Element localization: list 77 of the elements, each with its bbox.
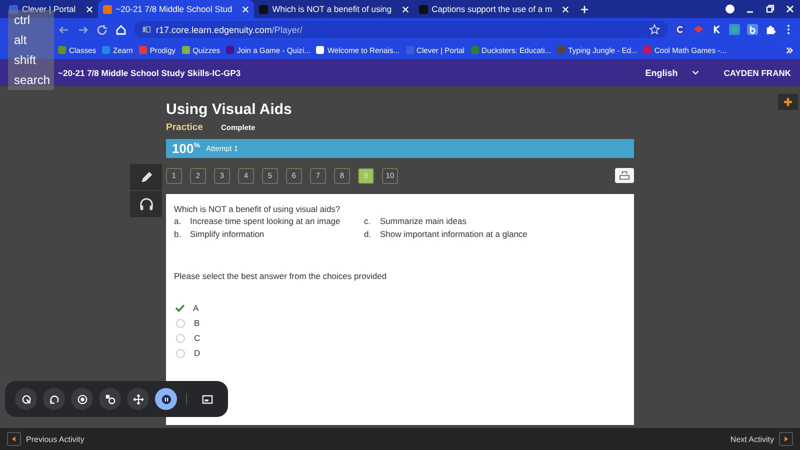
browser-tab[interactable]: Captions support the use of a m [414, 0, 574, 18]
close-icon[interactable] [785, 4, 795, 14]
key-label: alt [14, 32, 27, 49]
option-text: Summarize main ideas [380, 216, 466, 226]
previous-activity-link[interactable]: Previous Activity [7, 432, 84, 446]
close-icon[interactable] [562, 6, 570, 12]
browser-tab[interactable]: ~20-21 7/8 Middle School Stud [98, 0, 254, 18]
forward-icon[interactable] [77, 24, 89, 36]
rotate-icon [48, 394, 60, 404]
caret-icon [692, 70, 699, 75]
headphones-icon [138, 196, 154, 212]
radio-button[interactable] [176, 334, 185, 342]
address-field[interactable]: r17.core.learn.edgenuity.com/Player/ [134, 21, 668, 38]
window-icon [202, 394, 212, 404]
capture-button[interactable] [43, 388, 65, 410]
lesson-tab[interactable]: Practice [166, 122, 203, 133]
answer-choice[interactable]: A [174, 303, 626, 313]
target-icon [76, 394, 88, 404]
option-letter: c. [364, 216, 371, 226]
crosshair-icon [20, 394, 32, 404]
close-icon[interactable] [86, 6, 93, 12]
next-activity-link[interactable]: Next Activity [730, 432, 793, 446]
capture-button[interactable] [155, 388, 177, 410]
new-tab-icon[interactable] [580, 4, 590, 14]
reload-icon[interactable] [96, 24, 108, 36]
profile-icon[interactable] [725, 4, 735, 14]
option-text: Show important information at a glance [380, 229, 528, 239]
extension-icon[interactable] [711, 24, 722, 35]
audio-tool[interactable] [130, 191, 162, 217]
puzzle-icon[interactable] [765, 24, 776, 35]
record-icon [104, 394, 116, 404]
score: 100$^{%}$ [172, 141, 200, 156]
option-letter: d. [364, 229, 371, 239]
lesson-title: Using Visual Aids [166, 101, 293, 118]
language-dropdown[interactable]: English [632, 59, 712, 86]
close-icon[interactable] [402, 6, 409, 12]
home-icon[interactable] [115, 24, 127, 36]
capture-button[interactable] [71, 388, 93, 410]
capture-button[interactable] [127, 388, 149, 410]
question-text: Which is NOT a benefit of using visual aids? [174, 204, 342, 214]
option-letter: a. [174, 216, 181, 226]
close-icon[interactable] [242, 6, 250, 12]
printer-icon [619, 171, 630, 180]
site-info-icon [142, 25, 151, 34]
user-name[interactable]: CAYDEN FRANK [712, 68, 800, 78]
key-label: ctrl [14, 12, 30, 29]
answer-choice[interactable]: C [174, 333, 626, 343]
option-text: Simplify information [190, 229, 264, 239]
extension-icon[interactable] [675, 24, 686, 35]
back-icon[interactable] [58, 24, 70, 36]
arrow-button[interactable] [7, 432, 21, 446]
key-label: search [14, 72, 50, 89]
capture-button[interactable] [15, 388, 37, 410]
answer-choice[interactable]: D [174, 348, 626, 358]
arrow-button[interactable] [779, 432, 793, 446]
move-icon [132, 394, 144, 404]
pause-icon [160, 394, 172, 404]
extension-icon[interactable] [747, 24, 758, 35]
print-button[interactable] [615, 168, 634, 183]
restore-icon[interactable] [765, 4, 775, 14]
capture-button[interactable] [99, 388, 121, 410]
course-title: ~20-21 7/8 Middle School Study Skills-IC-GP3 [58, 68, 241, 78]
browser-tab[interactable]: Which is NOT a benefit of using [254, 0, 414, 18]
option-letter: b. [174, 229, 181, 239]
radio-button[interactable] [176, 348, 185, 358]
key-label: shift [14, 52, 36, 69]
right-triangle-icon [784, 436, 788, 442]
option-text: Increase time spent looking at an image [190, 216, 340, 226]
radio-button[interactable] [176, 318, 185, 328]
pencil-tool[interactable] [130, 164, 162, 190]
add-button[interactable] [778, 94, 798, 110]
chevron-icon[interactable] [785, 46, 794, 54]
plus-icon [783, 97, 793, 107]
instruction-text: Please select the best answer from the choices provided [174, 271, 388, 281]
left-triangle-icon [12, 436, 16, 442]
star-icon[interactable] [649, 24, 660, 35]
answer-choice[interactable]: B [174, 318, 626, 328]
